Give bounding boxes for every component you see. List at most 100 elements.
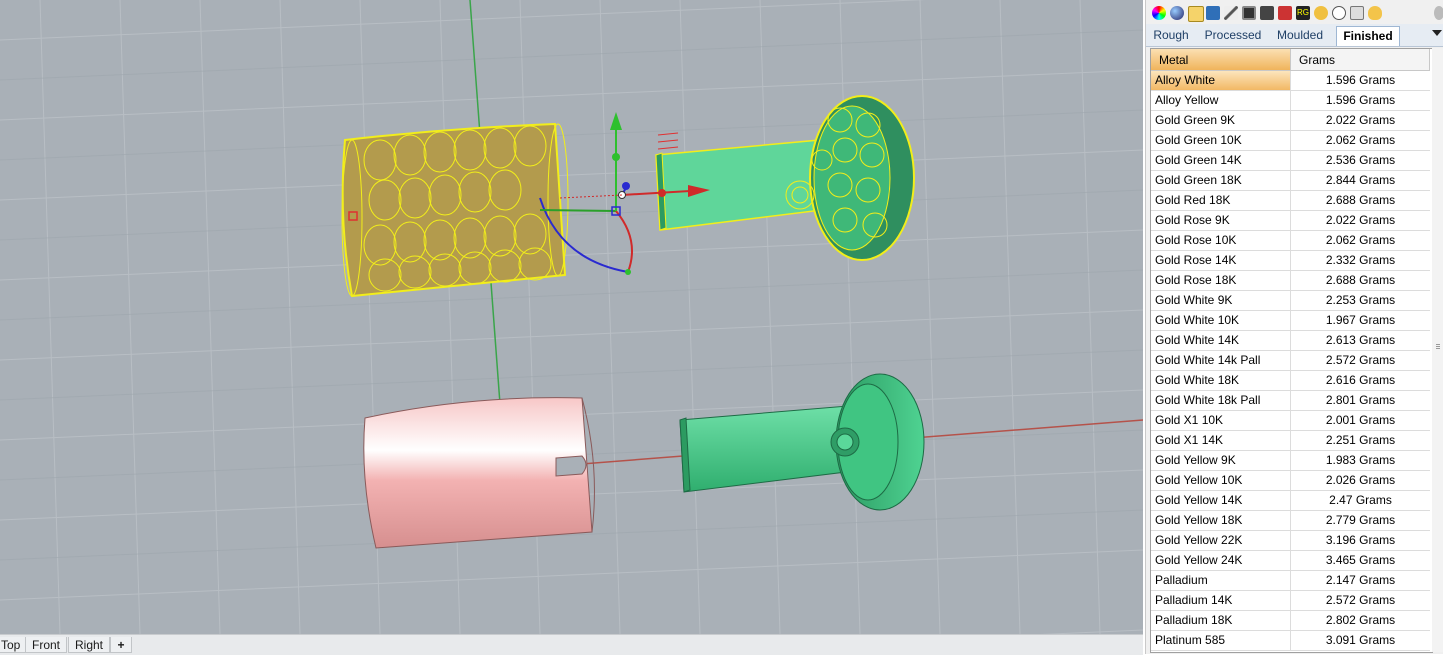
plus-icon[interactable]: + (110, 637, 132, 653)
metal-name-cell: Gold White 18K (1151, 371, 1291, 390)
tab-label: Moulded (1276, 28, 1324, 42)
table-row[interactable]: Gold White 14k Pall 2.572 Grams (1151, 351, 1430, 371)
table-row[interactable]: Gold Yellow 9K 1.983 Grams (1151, 451, 1430, 471)
table-row[interactable]: Gold Green 9K 2.022 Grams (1151, 111, 1430, 131)
grams-cell: 2.613 Grams (1325, 333, 1396, 347)
metal-name-cell: Gold White 9K (1151, 291, 1291, 310)
table-row[interactable]: Alloy White 1.596 Grams (1151, 71, 1430, 91)
grams-cell: 2.022 Grams (1325, 213, 1396, 227)
table-row[interactable]: Gold White 10K 1.967 Grams (1151, 311, 1430, 331)
table-row[interactable]: Gold X1 14K 2.251 Grams (1151, 431, 1430, 451)
table-row[interactable]: Palladium 14K 2.572 Grams (1151, 591, 1430, 611)
chevron-down-icon[interactable] (1432, 30, 1442, 36)
table-row[interactable]: Gold Rose 9K 2.022 Grams (1151, 211, 1430, 231)
viewport-tab-top[interactable]: Top (0, 637, 28, 653)
tab-moulded[interactable]: Moulded (1272, 26, 1328, 45)
viewport-tab-right[interactable]: Right (68, 637, 111, 653)
grams-cell: 2.022 Grams (1325, 113, 1396, 127)
viewport-canvas[interactable] (0, 0, 1143, 634)
pencil-icon[interactable] (1224, 6, 1238, 20)
metal-name-cell: Platinum 585 (1151, 631, 1291, 650)
rg-icon[interactable]: RG (1296, 6, 1310, 20)
grams-cell: 2.251 Grams (1325, 433, 1396, 447)
green-clasp-part[interactable] (679, 373, 925, 511)
grams-cell: 2.001 Grams (1325, 413, 1396, 427)
viewport-tab-front[interactable]: Front (25, 637, 68, 653)
table-row[interactable]: Gold Rose 18K 2.688 Grams (1151, 271, 1430, 291)
metal-name-cell: Palladium (1151, 571, 1291, 590)
grams-cell: 1.967 Grams (1325, 313, 1396, 327)
column-header-grams[interactable]: Grams (1291, 49, 1430, 71)
clock-icon[interactable] (1332, 6, 1346, 20)
table-row[interactable]: Palladium 18K 2.802 Grams (1151, 611, 1430, 631)
table-row[interactable]: Gold Green 14K 2.536 Grams (1151, 151, 1430, 171)
metal-name-cell: Alloy White (1151, 71, 1291, 90)
egg-icon[interactable] (1368, 6, 1382, 20)
folder-icon[interactable] (1188, 6, 1204, 22)
tab-processed[interactable]: Processed (1200, 26, 1266, 45)
image-icon[interactable] (1206, 6, 1220, 20)
grams-cell: 2.062 Grams (1325, 133, 1396, 147)
viewport-tab-label: Top (1, 638, 21, 652)
metal-name-cell: Palladium 14K (1151, 591, 1291, 610)
table-row[interactable]: Palladium 2.147 Grams (1151, 571, 1430, 591)
metal-name-cell: Gold Yellow 9K (1151, 451, 1291, 470)
metal-name-cell: Gold White 14k Pall (1151, 351, 1291, 370)
trash-icon[interactable] (1350, 6, 1364, 20)
selected-green-part[interactable] (655, 95, 915, 261)
metal-weight-panel: RG Rough Processed Moulded Finished Meta… (1145, 0, 1443, 654)
table-row[interactable]: Gold Yellow 14K 2.47 Grams (1151, 491, 1430, 511)
metal-name-cell: Gold Yellow 10K (1151, 471, 1291, 490)
grams-cell: 1.983 Grams (1325, 453, 1396, 467)
metal-name-cell: Gold Rose 9K (1151, 211, 1291, 230)
grams-cell: 3.465 Grams (1325, 553, 1396, 567)
tab-label: Processed (1204, 28, 1262, 42)
book-icon[interactable] (1260, 6, 1274, 20)
viewport-tab-bar: Top Front Right + (0, 634, 1143, 655)
metal-name-cell: Gold White 18k Pall (1151, 391, 1291, 410)
table-row[interactable]: Gold Red 18K 2.688 Grams (1151, 191, 1430, 211)
grams-cell: 1.596 Grams (1325, 93, 1396, 107)
table-row[interactable]: Gold Yellow 24K 3.465 Grams (1151, 551, 1430, 571)
table-row[interactable]: Gold White 18k Pall 2.801 Grams (1151, 391, 1430, 411)
grams-cell: 2.779 Grams (1325, 513, 1396, 527)
monitor-icon[interactable] (1242, 6, 1256, 20)
pink-cylinder-part[interactable] (363, 397, 595, 549)
perspective-viewport[interactable] (0, 0, 1143, 634)
metal-name-cell: Gold White 10K (1151, 311, 1291, 330)
metal-name-cell: Gold Green 9K (1151, 111, 1291, 130)
table-row[interactable]: Gold Yellow 22K 3.196 Grams (1151, 531, 1430, 551)
table-scrollbar[interactable] (1432, 48, 1443, 652)
grams-cell: 2.802 Grams (1325, 613, 1396, 627)
tab-rough[interactable]: Rough (1148, 26, 1194, 45)
column-header-metal[interactable]: Metal (1151, 49, 1291, 71)
table-row[interactable]: Gold X1 10K 2.001 Grams (1151, 411, 1430, 431)
grams-cell: 2.572 Grams (1325, 353, 1396, 367)
settings-icon[interactable] (1434, 6, 1443, 20)
tab-label: Rough (1153, 28, 1189, 42)
table-row[interactable]: Alloy Yellow 1.596 Grams (1151, 91, 1430, 111)
table-row[interactable]: Gold Yellow 18K 2.779 Grams (1151, 511, 1430, 531)
sphere-icon[interactable] (1170, 6, 1184, 20)
table-row[interactable]: Gold Rose 10K 2.062 Grams (1151, 231, 1430, 251)
table-row[interactable]: Gold White 9K 2.253 Grams (1151, 291, 1430, 311)
tab-finished[interactable]: Finished (1336, 26, 1400, 46)
table-row[interactable]: Gold White 18K 2.616 Grams (1151, 371, 1430, 391)
table-row[interactable]: Platinum 585 3.091 Grams (1151, 631, 1430, 651)
table-row[interactable]: Gold Yellow 10K 2.026 Grams (1151, 471, 1430, 491)
table-row[interactable]: Gold Green 18K 2.844 Grams (1151, 171, 1430, 191)
metal-name-cell: Gold Rose 18K (1151, 271, 1291, 290)
bulb-icon[interactable] (1314, 6, 1328, 20)
metal-name-cell: Alloy Yellow (1151, 91, 1291, 110)
color-wheel-icon[interactable] (1152, 6, 1166, 20)
grams-cell: 3.196 Grams (1325, 533, 1396, 547)
table-row[interactable]: Gold Rose 14K 2.332 Grams (1151, 251, 1430, 271)
metal-name-cell: Gold Yellow 14K (1151, 491, 1291, 510)
table-row[interactable]: Gold White 14K 2.613 Grams (1151, 331, 1430, 351)
grams-cell: 2.572 Grams (1325, 593, 1396, 607)
book-icon[interactable] (1278, 6, 1292, 20)
table-row[interactable]: Gold Green 10K 2.062 Grams (1151, 131, 1430, 151)
material-tab-bar: Rough Processed Moulded Finished (1146, 24, 1443, 47)
grams-cell: 2.801 Grams (1325, 393, 1396, 407)
selected-wireframe-cylinder[interactable] (341, 122, 569, 298)
